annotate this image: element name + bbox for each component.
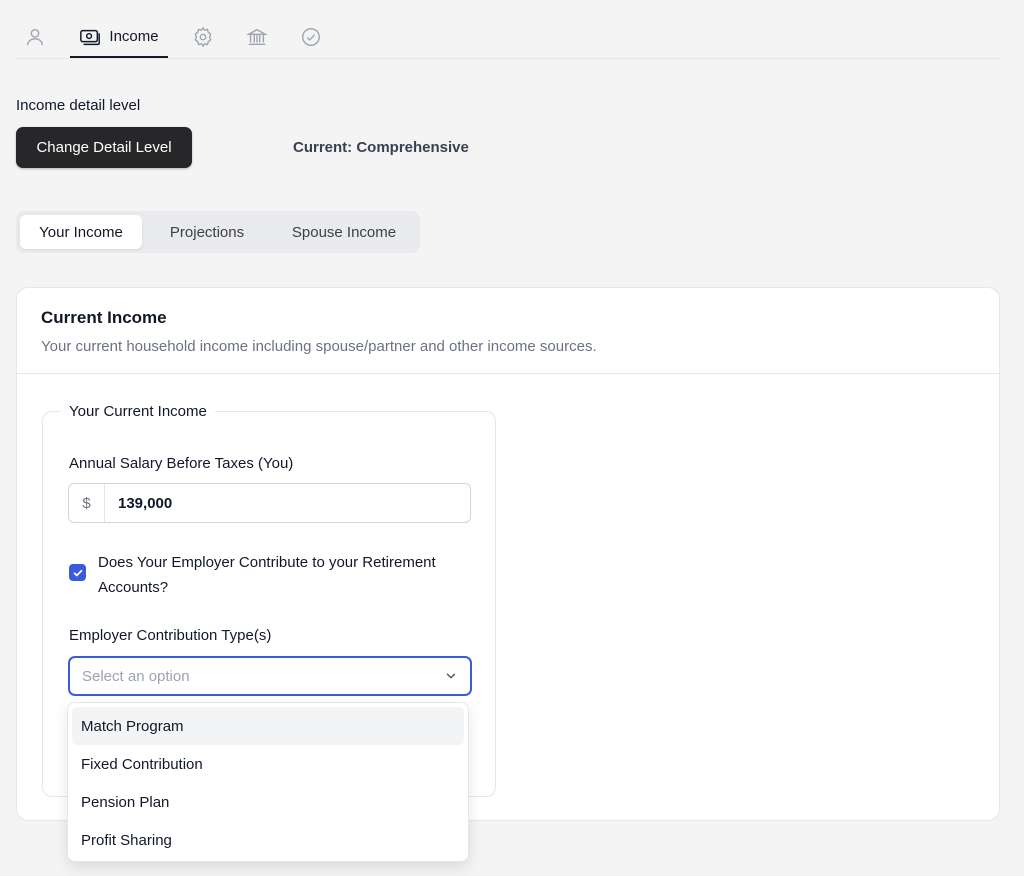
- top-nav: Income: [16, 16, 1000, 59]
- salary-label: Annual Salary Before Taxes (You): [69, 455, 294, 472]
- card-description: Your current household income including …: [41, 338, 597, 355]
- employer-contribution-label[interactable]: Does Your Employer Contribute to your Re…: [98, 550, 478, 600]
- card-header: Current Income Your current household in…: [17, 288, 999, 374]
- gear-icon: [192, 26, 214, 48]
- option-fixed-contribution[interactable]: Fixed Contribution: [72, 745, 464, 783]
- nav-tab-settings[interactable]: [184, 15, 222, 58]
- salary-input[interactable]: $ 139,000: [68, 483, 471, 523]
- nav-tab-income[interactable]: Income: [70, 15, 168, 58]
- contribution-type-select[interactable]: Select an option: [68, 656, 472, 696]
- nav-tab-review[interactable]: [292, 15, 330, 58]
- contribution-type-dropdown: Match Program Fixed Contribution Pension…: [67, 702, 469, 862]
- option-match-program[interactable]: Match Program: [72, 707, 464, 745]
- salary-value[interactable]: 139,000: [105, 484, 172, 522]
- nav-tab-income-label: Income: [109, 28, 159, 45]
- contribution-type-label: Employer Contribution Type(s): [69, 627, 272, 644]
- option-pension-plan[interactable]: Pension Plan: [72, 783, 464, 821]
- check-circle-icon: [300, 26, 322, 48]
- page: Income Income detail level Change Detail…: [0, 0, 1024, 876]
- current-detail-level: Current: Comprehensive: [293, 139, 469, 156]
- chevron-down-icon: [444, 669, 458, 683]
- money-icon: [79, 26, 101, 48]
- fieldset-legend: Your Current Income: [61, 403, 215, 420]
- select-placeholder: Select an option: [82, 667, 190, 685]
- currency-prefix: $: [69, 484, 105, 522]
- option-profit-sharing[interactable]: Profit Sharing: [72, 821, 464, 859]
- nav-tab-profile[interactable]: [16, 15, 54, 58]
- tab-projections[interactable]: Projections: [142, 215, 272, 249]
- change-detail-level-button[interactable]: Change Detail Level: [16, 127, 192, 168]
- checkmark-icon: [73, 569, 82, 576]
- employer-contribution-checkbox[interactable]: [69, 564, 86, 581]
- detail-level-label: Income detail level: [16, 97, 141, 114]
- card-title: Current Income: [41, 308, 167, 327]
- income-tabs: Your Income Projections Spouse Income: [16, 211, 420, 253]
- nav-tab-accounts[interactable]: [238, 15, 276, 58]
- bank-icon: [246, 26, 268, 48]
- tab-your-income[interactable]: Your Income: [20, 215, 142, 249]
- tab-spouse-income[interactable]: Spouse Income: [272, 215, 416, 249]
- user-icon: [24, 26, 46, 48]
